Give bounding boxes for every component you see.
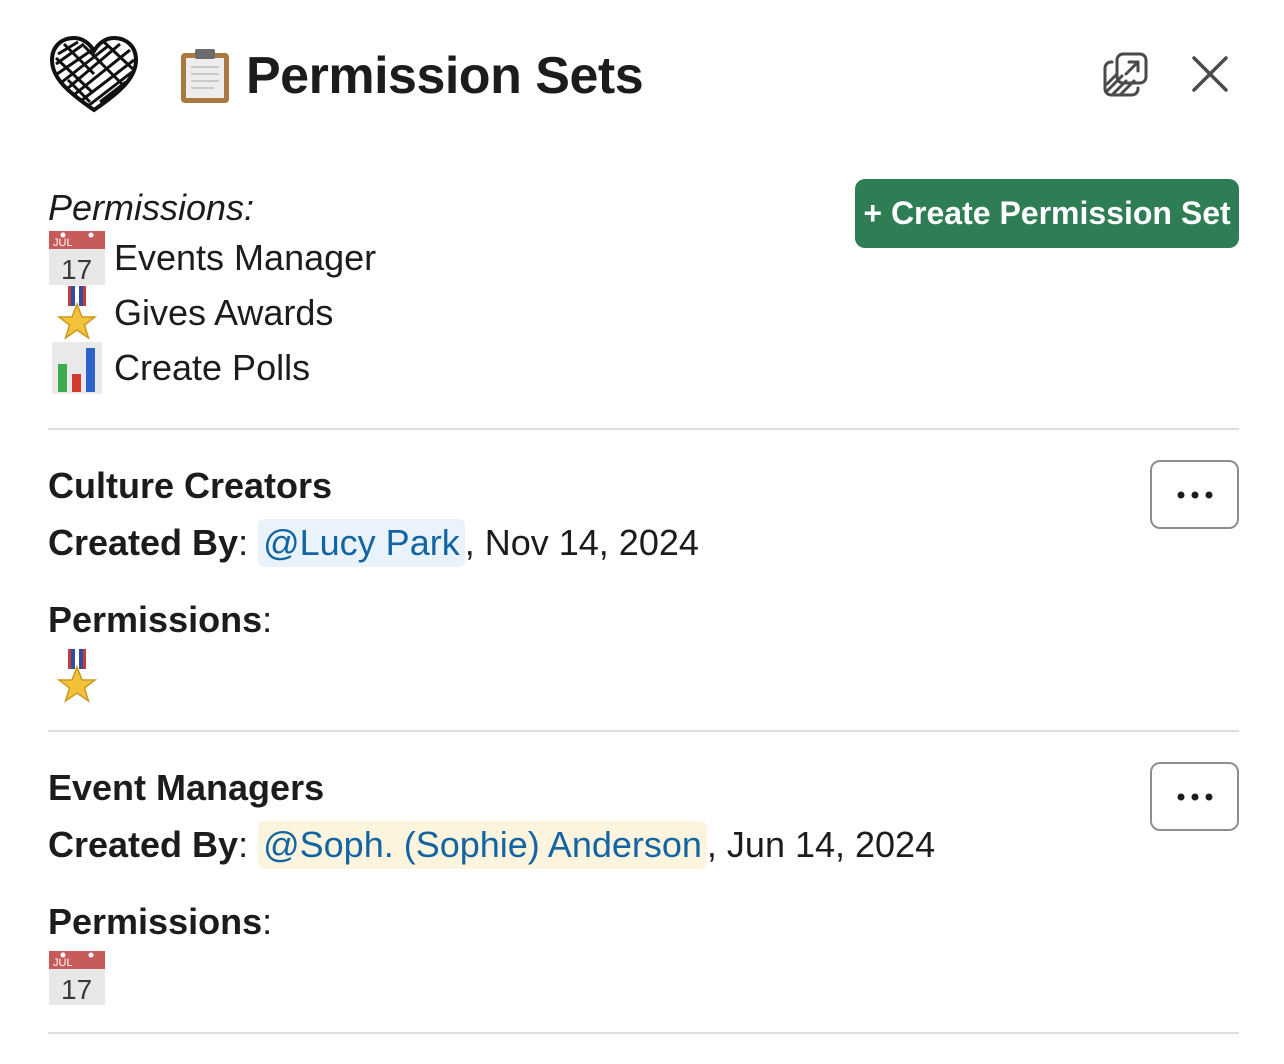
created-by-label: Created By — [48, 824, 239, 865]
created-date: , Jun 14, 2024 — [706, 824, 936, 865]
panel-header: Permission Sets — [48, 36, 1244, 116]
created-by-colon: : — [238, 522, 249, 563]
permission-icons: JUL 17 — [48, 950, 1239, 1006]
set-name: Event Managers — [48, 767, 325, 808]
popout-window-icon — [1103, 52, 1148, 97]
ellipsis-icon — [1177, 491, 1212, 498]
legend-item-events-manager: JUL 17 Events Manager — [48, 230, 748, 285]
permissions-label: Permissions: — [48, 901, 273, 942]
divider — [48, 428, 1239, 430]
permission-sets-panel: Permission Sets Permissions: JUL 17 Even… — [0, 0, 1284, 1064]
legend-item-label: Gives Awards — [114, 291, 334, 333]
clipboard-icon — [181, 49, 229, 103]
permissions-legend: Permissions: JUL 17 Events Manager Gives… — [48, 186, 748, 395]
page-title: Permission Sets — [246, 47, 644, 105]
close-button[interactable] — [1184, 48, 1236, 100]
permissions-label: Permissions: — [48, 599, 273, 640]
calendar-icon: JUL 17 — [49, 230, 105, 285]
more-actions-button[interactable] — [1150, 460, 1239, 529]
military-medal-icon — [57, 285, 97, 340]
created-by-colon: : — [238, 824, 249, 865]
permission-set-card: Culture Creators Created By: @Lucy Park,… — [48, 460, 1239, 704]
close-icon — [1192, 56, 1228, 92]
legend-item-label: Events Manager — [114, 236, 377, 278]
divider — [48, 1032, 1239, 1034]
military-medal-icon — [57, 649, 97, 703]
ellipsis-icon — [1177, 793, 1212, 800]
bar-chart-icon — [52, 341, 102, 394]
rope-heart-logo — [49, 36, 139, 113]
divider — [48, 730, 1239, 732]
legend-heading: Permissions: — [48, 187, 255, 228]
create-permission-set-button[interactable]: + Create Permission Set — [855, 179, 1239, 248]
legend-item-create-polls: Create Polls — [48, 340, 748, 395]
more-actions-button[interactable] — [1150, 762, 1239, 831]
calendar-icon: JUL 17 — [49, 951, 105, 1005]
set-name: Culture Creators — [48, 465, 333, 506]
svg-text:JUL: JUL — [53, 957, 73, 969]
popout-button[interactable] — [1100, 48, 1152, 100]
creator-mention[interactable]: @Lucy Park — [258, 519, 465, 567]
legend-item-gives-awards: Gives Awards — [48, 285, 748, 340]
created-by-row: Created By: @Soph. (Sophie) Anderson, Ju… — [48, 821, 1239, 869]
title-group: Permission Sets — [178, 46, 644, 106]
permission-icons — [48, 648, 1239, 704]
svg-text:JUL: JUL — [53, 237, 73, 249]
legend-item-label: Create Polls — [114, 346, 311, 388]
svg-text:17: 17 — [61, 974, 92, 1005]
created-by-label: Created By — [48, 522, 239, 563]
svg-text:17: 17 — [61, 254, 92, 285]
creator-mention[interactable]: @Soph. (Sophie) Anderson — [258, 821, 707, 869]
created-date: , Nov 14, 2024 — [464, 522, 699, 563]
permission-set-card: Event Managers Created By: @Soph. (Sophi… — [48, 762, 1239, 1006]
created-by-row: Created By: @Lucy Park, Nov 14, 2024 — [48, 519, 1239, 567]
